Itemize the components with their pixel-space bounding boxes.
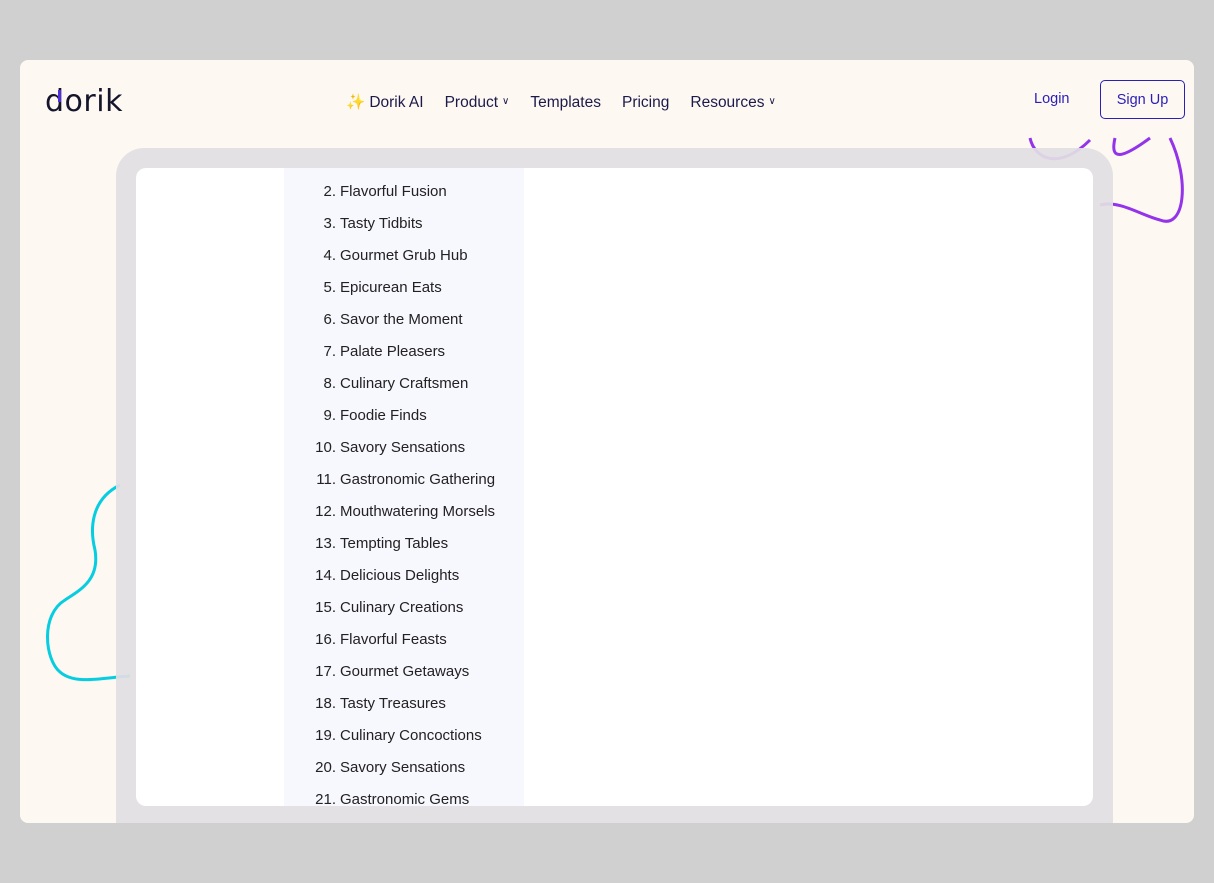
item-text: Flavorful Fusion [340, 183, 447, 200]
item-number: 15. [315, 599, 336, 616]
item-number: 21. [315, 791, 336, 806]
item-text: Culinary Creations [340, 599, 464, 616]
item-text: Mouthwatering Morsels [340, 503, 496, 520]
item-text: Tasty Tidbits [340, 215, 423, 232]
item-number: 4. [323, 247, 336, 264]
item-number: 18. [315, 695, 336, 712]
item-number: 8. [323, 375, 336, 392]
item-number: 20. [315, 759, 336, 776]
item-text: Flavorful Feasts [340, 631, 447, 648]
item-text: Culinary Craftsmen [340, 375, 469, 392]
nav-templates[interactable]: Templates [530, 93, 601, 112]
item-number: 5. [323, 279, 336, 296]
preview-content: 2. Flavorful Fusion 3. Tasty Tidbits 4. Gourm… [136, 168, 1093, 806]
list-item: 12. Mouthwatering Morsels [284, 502, 524, 534]
item-number: 9. [323, 407, 336, 424]
nav-product[interactable]: Product ∨ [445, 93, 510, 112]
nav-pricing[interactable]: Pricing [622, 93, 669, 112]
login-link[interactable]: Login [1034, 91, 1069, 107]
list-item: 3. Tasty Tidbits [284, 214, 524, 246]
list-item: 19. Culinary Concoctions [284, 726, 524, 758]
main-nav: ✨ Dorik AI Product ∨ Templates Pricing Res… [346, 93, 776, 112]
nav-dorik-ai[interactable]: ✨ Dorik AI [346, 93, 424, 112]
list-item: 21. Gastronomic Gems [284, 790, 524, 806]
item-text: Gastronomic Gems [340, 791, 470, 806]
list-item: 20. Savory Sensations [284, 758, 524, 790]
item-number: 14. [315, 567, 336, 584]
dorik-logo[interactable]: dorik [45, 84, 123, 119]
logo-text: dorik [45, 84, 123, 119]
item-number: 6. [323, 311, 336, 328]
item-text: Savor the Moment [340, 311, 463, 328]
item-text: Gastronomic Gathering [340, 471, 496, 488]
item-number: 3. [323, 215, 336, 232]
name-list: 2. Flavorful Fusion 3. Tasty Tidbits 4. Gourm… [284, 168, 524, 806]
sparkles-icon: ✨ [346, 94, 366, 111]
list-item: 5. Epicurean Eats [284, 278, 524, 310]
item-text: Savory Sensations [340, 439, 466, 456]
nav-label: Pricing [621, 93, 670, 111]
item-text: Gourmet Getaways [340, 663, 470, 680]
list-item: 11. Gastronomic Gathering [284, 470, 524, 502]
item-text: Palate Pleasers [340, 343, 446, 360]
preview-frame: 2. Flavorful Fusion 3. Tasty Tidbits 4. Gourm… [116, 148, 1113, 823]
list-item: 4. Gourmet Grub Hub [284, 246, 524, 278]
item-text: Delicious Delights [340, 567, 460, 584]
nav-label: Product [444, 93, 498, 111]
item-number: 13. [315, 535, 336, 552]
nav-resources[interactable]: Resources ∨ [690, 93, 775, 112]
list-item: 18. Tasty Treasures [284, 694, 524, 726]
list-item: 8. Culinary Craftsmen [284, 374, 524, 406]
item-text: Savory Sensations [340, 759, 466, 776]
item-text: Culinary Concoctions [340, 727, 482, 744]
signup-button[interactable]: Sign Up [1100, 80, 1185, 119]
nav-label: Resources [690, 93, 765, 111]
item-number: 10. [315, 439, 336, 456]
list-item: 2. Flavorful Fusion [284, 182, 524, 214]
item-number: 12. [315, 503, 336, 520]
list-item: 14. Delicious Delights [284, 566, 524, 598]
chevron-down-icon: ∨ [768, 96, 776, 107]
item-text: Foodie Finds [340, 407, 427, 424]
list-item: 7. Palate Pleasers [284, 342, 524, 374]
item-number: 7. [323, 343, 336, 360]
item-text: Tasty Treasures [340, 695, 446, 712]
list-item: 13. Tempting Tables [284, 534, 524, 566]
item-number: 11. [316, 471, 336, 488]
page: dorik ✨ Dorik AI Product ∨ Templates Prici… [20, 60, 1194, 823]
item-text: Tempting Tables [340, 535, 449, 552]
nav-label: Templates [530, 93, 601, 111]
list-item: 15. Culinary Creations [284, 598, 524, 630]
list-item: 10. Savory Sensations [284, 438, 524, 470]
item-number: 17. [315, 663, 336, 680]
list-item: 16. Flavorful Feasts [284, 630, 524, 662]
list-item: 9. Foodie Finds [284, 406, 524, 438]
chevron-down-icon: ∨ [502, 96, 510, 107]
item-number: 16. [315, 631, 336, 648]
list-item: 17. Gourmet Getaways [284, 662, 524, 694]
item-number: 19. [315, 727, 336, 744]
item-number: 2. [323, 183, 336, 200]
list-item: 6. Savor the Moment [284, 310, 524, 342]
item-text: Epicurean Eats [340, 279, 442, 296]
item-text: Gourmet Grub Hub [340, 247, 468, 264]
nav-label: Dorik AI [369, 93, 424, 111]
